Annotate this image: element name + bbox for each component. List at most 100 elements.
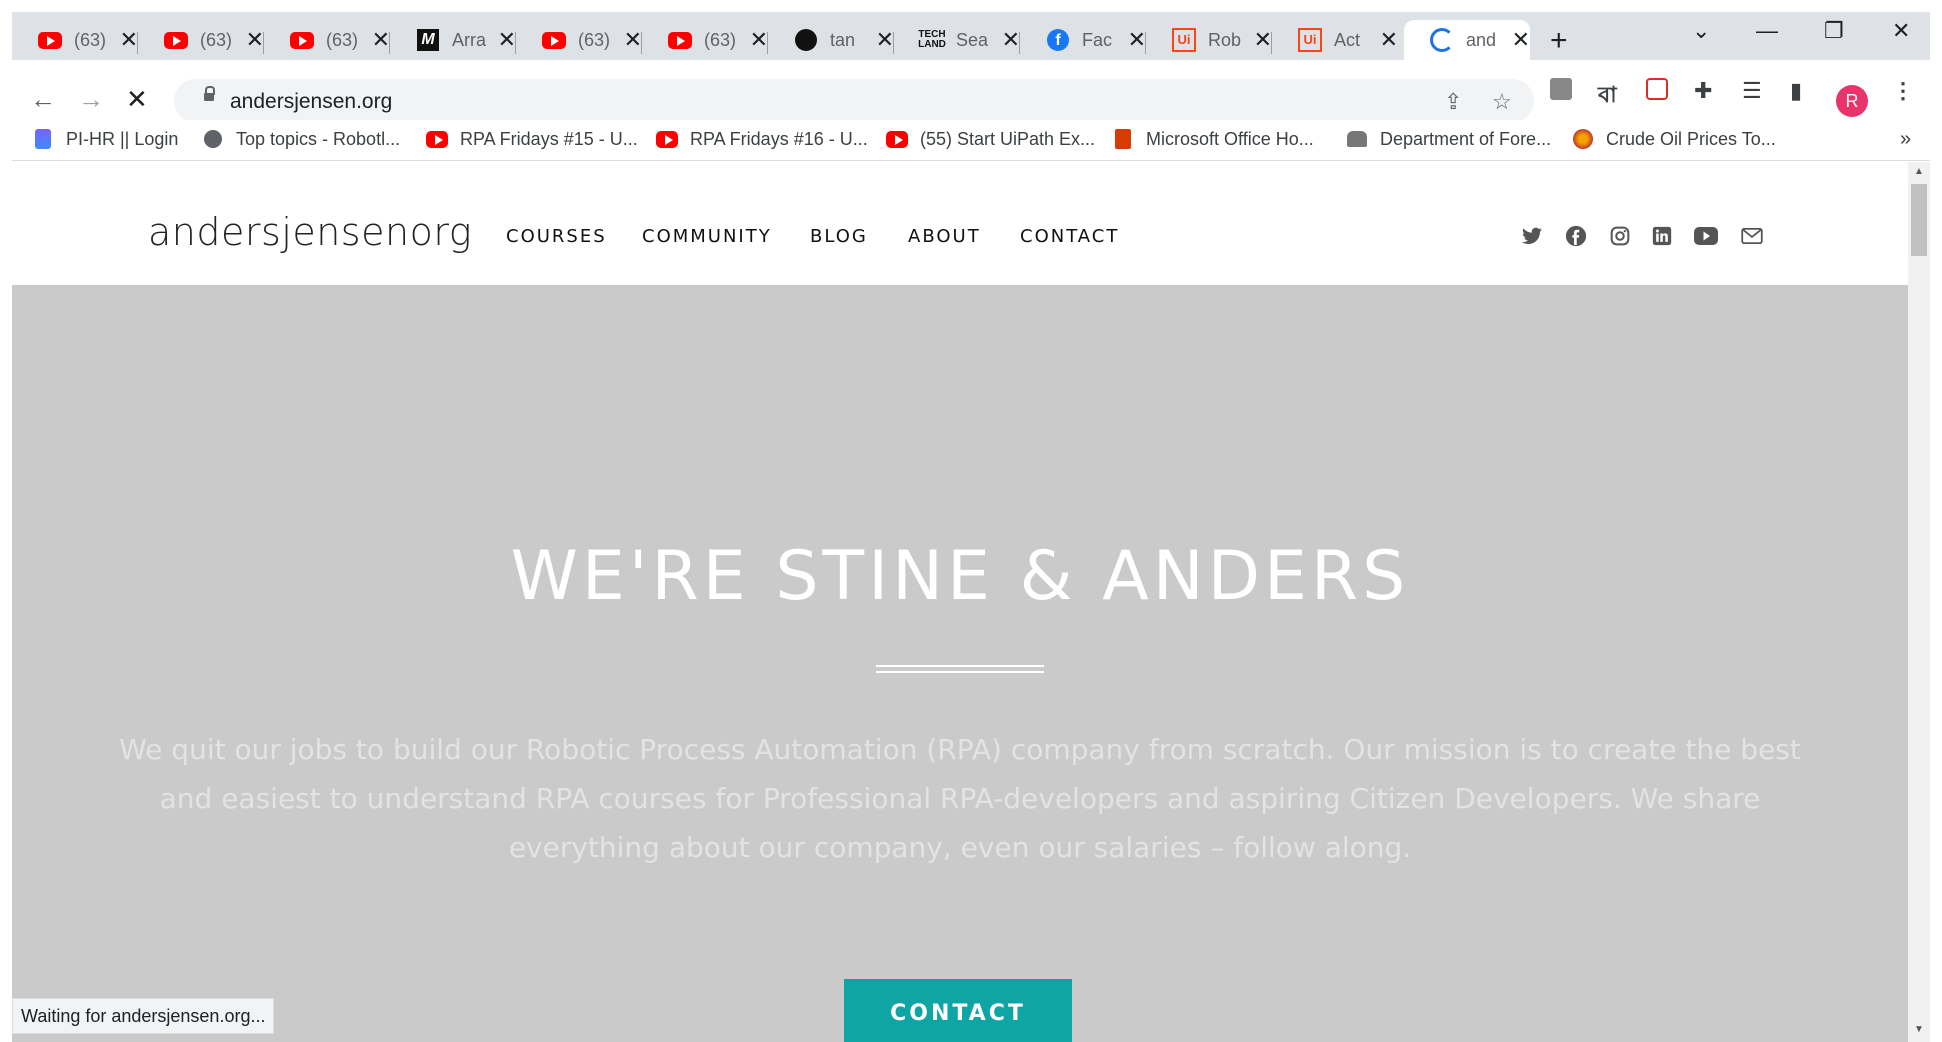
close-tab-icon[interactable]: ✕	[246, 29, 264, 51]
techland-icon: TECH LAND	[918, 29, 946, 50]
office-icon	[1112, 128, 1134, 150]
site-logo[interactable]: andersjensenorg	[148, 210, 472, 254]
close-tab-icon[interactable]: ✕	[1128, 29, 1146, 51]
facebook-icon: f	[1046, 28, 1070, 52]
restore-button[interactable]: ❐	[1824, 18, 1844, 44]
bookmark-item[interactable]: RPA Fridays #16 - U...	[656, 128, 868, 150]
new-tab-button[interactable]: +	[1550, 24, 1568, 58]
menu-kebab-icon[interactable]: ⋮	[1892, 78, 1914, 104]
bookmarks-bar: PI-HR || Login Top topics - Robotl... RP…	[12, 120, 1930, 161]
close-tab-icon[interactable]: ✕	[624, 29, 642, 51]
tab[interactable]: tan ✕	[768, 20, 894, 60]
tab-label: (63)	[326, 29, 359, 50]
back-button[interactable]: ←	[30, 84, 56, 115]
contact-button[interactable]: CONTACT	[844, 979, 1072, 1042]
url-text: andersjensen.org	[230, 90, 393, 113]
coat-of-arms-icon	[1346, 128, 1368, 150]
youtube-icon	[426, 128, 448, 150]
forward-button[interactable]: →	[78, 84, 104, 115]
tab[interactable]: M Arra ✕	[390, 20, 516, 60]
tab-label: (63)	[704, 29, 737, 50]
tab[interactable]: (63) ✕	[516, 20, 642, 60]
pdf-extension-icon[interactable]	[1550, 78, 1572, 106]
nav-community[interactable]: COMMUNITY	[642, 226, 772, 247]
tab[interactable]: (63) ✕	[12, 20, 138, 60]
tab-strip: (63) ✕ (63) ✕ (63) ✕ M Arra ✕ (63) ✕ (63…	[12, 12, 1930, 60]
globe-icon	[202, 128, 224, 150]
tab[interactable]: Ui Rob ✕	[1146, 20, 1272, 60]
bookmark-label: Microsoft Office Ho...	[1146, 128, 1314, 149]
tab-label: Sea	[956, 29, 989, 50]
tab[interactable]: f Fac ✕	[1020, 20, 1146, 60]
bookmarks-overflow-icon[interactable]: »	[1900, 128, 1911, 151]
tab[interactable]: Ui Act ✕	[1272, 20, 1398, 60]
close-tab-icon[interactable]: ✕	[498, 29, 516, 51]
bookmark-label: Department of Fore...	[1380, 128, 1552, 149]
instagram-icon[interactable]	[1608, 224, 1632, 248]
extensions-puzzle-icon[interactable]: ✚	[1694, 78, 1712, 104]
bookmark-item[interactable]: (55) Start UiPath Ex...	[886, 128, 1095, 150]
tab[interactable]: (63) ✕	[264, 20, 390, 60]
youtube-icon[interactable]	[1694, 224, 1718, 248]
tab-label: Rob	[1208, 29, 1242, 50]
profile-avatar[interactable]: R	[1836, 85, 1868, 117]
tab[interactable]: TECH LAND Sea ✕	[894, 20, 1020, 60]
scroll-down-icon[interactable]: ▼	[1914, 1024, 1924, 1035]
nav-courses[interactable]: COURSES	[506, 226, 607, 247]
tab-label: tan	[830, 29, 856, 50]
close-tab-icon[interactable]: ✕	[1254, 29, 1272, 51]
side-panel-icon[interactable]: ▮	[1790, 78, 1802, 104]
close-tab-icon[interactable]: ✕	[876, 29, 894, 51]
bangla-extension-icon[interactable]: বা	[1598, 78, 1617, 115]
email-icon[interactable]	[1740, 224, 1764, 248]
bookmark-item[interactable]: PI-HR || Login	[32, 128, 178, 150]
close-tab-icon[interactable]: ✕	[750, 29, 768, 51]
hero-section: WE'RE STINE & ANDERS We quit our jobs to…	[12, 285, 1908, 1042]
tab-label: (63)	[200, 29, 233, 50]
bookmark-item[interactable]: Crude Oil Prices To...	[1572, 128, 1776, 150]
scrollbar-thumb[interactable]	[1911, 184, 1927, 256]
youtube-icon	[668, 28, 692, 52]
nav-about[interactable]: ABOUT	[908, 226, 981, 247]
twitter-icon[interactable]	[1520, 224, 1544, 248]
browser-window: (63) ✕ (63) ✕ (63) ✕ M Arra ✕ (63) ✕ (63…	[12, 12, 1930, 1042]
pihr-icon	[32, 128, 54, 150]
video-extension-icon[interactable]	[1646, 78, 1668, 106]
share-icon[interactable]: ⇪	[1444, 89, 1462, 115]
address-bar[interactable]: andersjensen.org ⇪ ☆	[174, 79, 1534, 123]
bookmark-label: PI-HR || Login	[66, 128, 179, 149]
nav-blog[interactable]: BLOG	[810, 226, 868, 247]
bookmark-star-icon[interactable]: ☆	[1492, 89, 1512, 115]
scroll-up-icon[interactable]: ▲	[1914, 166, 1924, 177]
bookmark-item[interactable]: RPA Fridays #15 - U...	[426, 128, 638, 150]
facebook-icon[interactable]	[1564, 224, 1588, 248]
site-header: andersjensenorg COURSES COMMUNITY BLOG A…	[12, 162, 1908, 285]
medium-icon: M	[416, 28, 440, 52]
reading-list-icon[interactable]: ☰	[1742, 78, 1762, 104]
hero-description: We quit our jobs to build our Robotic Pr…	[119, 733, 1801, 864]
tab[interactable]: (63) ✕	[642, 20, 768, 60]
page-scrollbar[interactable]: ▲ ▼	[1908, 162, 1930, 1042]
minimize-button[interactable]: —	[1756, 18, 1778, 44]
bookmark-item[interactable]: Department of Fore...	[1346, 128, 1551, 150]
youtube-icon	[290, 28, 314, 52]
bookmark-label: (55) Start UiPath Ex...	[920, 128, 1096, 149]
tab-search-icon[interactable]: ⌄	[1692, 18, 1710, 44]
stop-loading-button[interactable]: ✕	[126, 84, 148, 115]
linkedin-icon[interactable]	[1650, 224, 1674, 248]
close-tab-icon[interactable]: ✕	[1380, 29, 1398, 51]
bookmark-item[interactable]: Microsoft Office Ho...	[1112, 128, 1314, 150]
page-viewport: andersjensenorg COURSES COMMUNITY BLOG A…	[12, 162, 1908, 1042]
close-tab-icon[interactable]: ✕	[372, 29, 390, 51]
close-tab-icon[interactable]: ✕	[120, 29, 138, 51]
close-tab-icon[interactable]: ✕	[1002, 29, 1020, 51]
tab-label: Arra	[452, 29, 487, 50]
close-window-button[interactable]: ✕	[1892, 18, 1910, 44]
hero-title: WE'RE STINE & ANDERS	[510, 537, 1410, 616]
tab-active[interactable]: and ✕	[1404, 20, 1530, 60]
bookmark-item[interactable]: Top topics - Robotl...	[202, 128, 400, 150]
youtube-icon	[886, 128, 908, 150]
close-tab-icon[interactable]: ✕	[1512, 29, 1530, 51]
tab[interactable]: (63) ✕	[138, 20, 264, 60]
nav-contact[interactable]: CONTACT	[1020, 226, 1119, 247]
